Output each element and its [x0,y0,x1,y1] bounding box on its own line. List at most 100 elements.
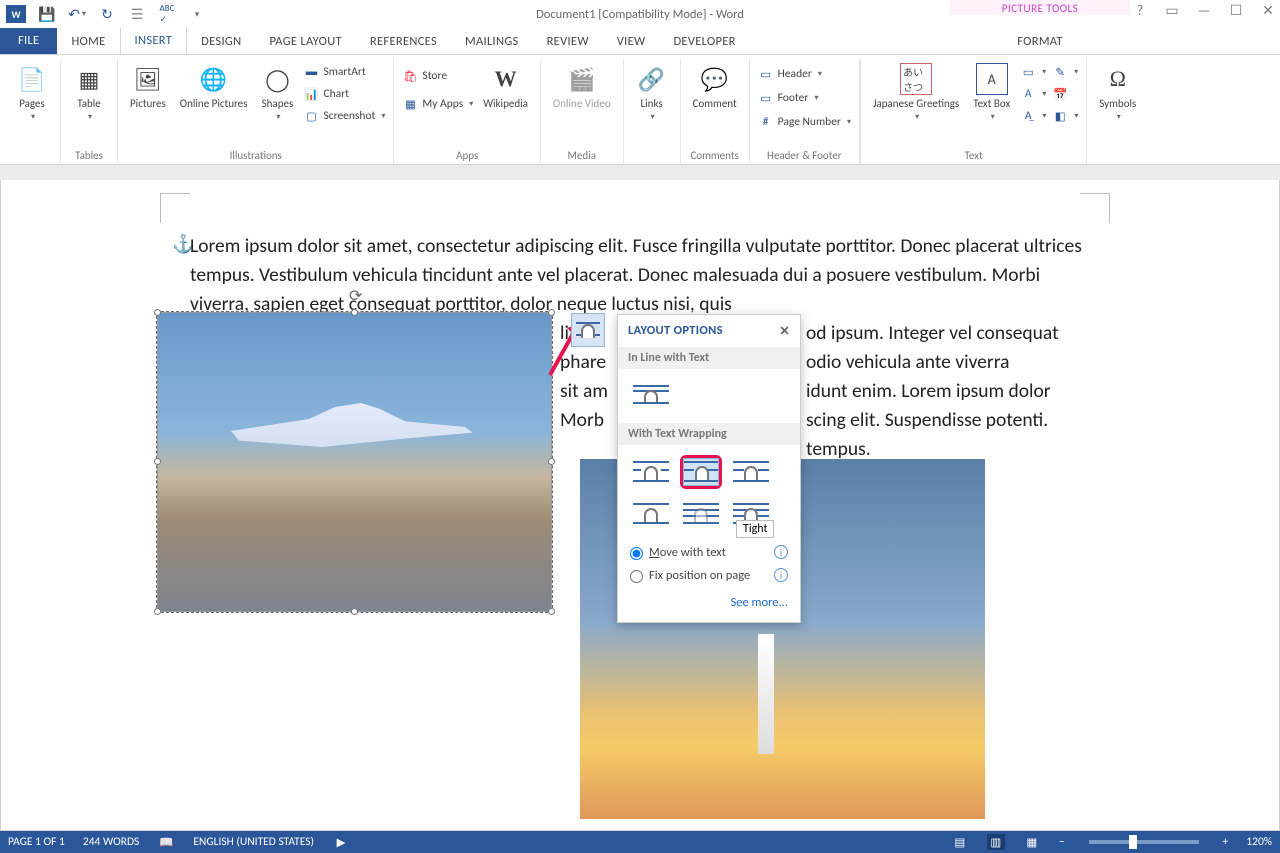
footer-icon: ▭ [758,90,774,106]
symbols-button[interactable]: ΩSymbols▾ [1093,61,1142,124]
resize-handle-bl[interactable] [154,608,161,615]
resize-handle-tr[interactable] [548,309,555,316]
qat-dropdown-icon[interactable]: ▾ [188,5,206,23]
screenshot-button[interactable]: ▢Screenshot▾ [301,107,387,125]
sigline-button[interactable]: ✎▾ [1050,63,1080,81]
online-video-button[interactable]: 🎬Online Video [547,61,617,112]
table-button[interactable]: ▦ Table ▾ [67,61,111,124]
status-zoom[interactable]: 120% [1246,835,1272,849]
wrap-behind[interactable] [680,497,722,531]
footer-button[interactable]: ▭Footer▾ [756,89,853,107]
tab-file[interactable]: FILE [0,27,57,54]
tab-home[interactable]: HOME [57,29,119,54]
resize-handle-tl[interactable] [154,309,161,316]
dropcap-button[interactable]: A̲▾ [1018,107,1048,125]
quickparts-button[interactable]: ▭▾ [1018,63,1048,81]
resize-handle-ml[interactable] [154,458,161,465]
info-icon-2[interactable]: i [774,568,788,582]
wikipedia-button[interactable]: WWikipedia [477,61,534,112]
chart-button[interactable]: 📊Chart [301,85,387,103]
store-button[interactable]: 🛍Store [400,67,475,85]
resize-handle-mr[interactable] [548,458,555,465]
wrap-top-bottom[interactable] [630,497,672,531]
document-body-text[interactable]: Lorem ipsum dolor sit amet, consectetur … [190,232,1090,319]
header-button[interactable]: ▭Header▾ [756,65,853,83]
save-icon[interactable]: 💾 [38,5,56,23]
pages-button[interactable]: 📄 Pages ▾ [10,61,54,124]
page-number-button[interactable]: #Page Number▾ [756,113,853,131]
zoom-slider-thumb[interactable] [1129,835,1137,849]
comment-button[interactable]: 💬Comment [687,61,743,112]
resize-handle-br[interactable] [548,608,555,615]
document-area[interactable]: ⚓ Lorem ipsum dolor sit amet, consectetu… [0,165,1280,831]
tab-design[interactable]: DESIGN [187,29,255,54]
macro-icon[interactable]: ▶ [332,834,350,850]
links-label: Links [641,97,663,110]
online-pictures-button[interactable]: 🌐Online Pictures [174,61,254,112]
close-icon[interactable]: ✕ [1260,2,1276,19]
redo-icon[interactable]: ↻ [98,5,116,23]
wrap-inline[interactable] [630,379,672,413]
qat-icon-1[interactable]: ☰ [128,5,146,23]
wordart-button[interactable]: A▾ [1018,85,1048,103]
resize-handle-tc[interactable] [351,309,358,316]
read-mode-icon[interactable]: ▤ [951,834,969,850]
fix-label: Fix position on page [649,568,750,583]
plane-shape [218,383,478,463]
info-icon[interactable]: i [774,545,788,559]
status-language[interactable]: ENGLISH (UNITED STATES) [193,835,314,849]
resize-handle-bc[interactable] [351,608,358,615]
tab-page-layout[interactable]: PAGE LAYOUT [255,29,355,54]
minimize-icon[interactable]: — [1196,2,1212,19]
tab-view[interactable]: VIEW [603,29,660,54]
zoom-out-icon[interactable]: − [1059,835,1065,849]
rotate-handle-icon[interactable]: ⟳ [349,286,362,306]
japanese-greetings-button[interactable]: あいさつJapanese Greetings▾ [867,61,965,124]
links-button[interactable]: 🔗Links▾ [630,61,674,124]
maximize-icon[interactable]: ☐ [1228,2,1244,19]
move-label-rest: ove with text [660,545,726,560]
smartart-button[interactable]: ▬SmartArt [301,63,387,81]
object-button[interactable]: ◧▾ [1050,107,1080,125]
tab-review[interactable]: REVIEW [533,29,603,54]
table-icon: ▦ [73,63,105,95]
rocket-shape [758,634,774,754]
ribbon-display-options-icon[interactable]: ▭ [1164,2,1180,19]
see-more-link[interactable]: See more... [618,587,800,622]
tab-insert[interactable]: INSERT [120,27,188,54]
radio-move-input[interactable] [630,547,643,560]
pictures-label: Pictures [130,97,166,110]
wrap-through[interactable] [730,455,772,489]
layout-options-toggle[interactable] [571,313,605,347]
web-layout-icon[interactable]: ▦ [1023,834,1041,850]
print-layout-icon[interactable]: ▥ [987,834,1005,850]
page-number-label: Page Number [778,115,841,129]
help-icon[interactable]: ? [1132,2,1148,19]
radio-move-with-text[interactable]: Move with text i [618,541,800,564]
text-box-button[interactable]: AText Box▾ [967,61,1016,124]
proofing-icon[interactable]: 📖 [157,834,175,850]
spelling-icon[interactable]: ABC✓ [158,5,176,23]
tab-developer[interactable]: DEVELOPER [659,29,749,54]
footer-label: Footer [778,91,809,105]
selected-image-plane[interactable] [157,312,552,612]
wrap-square[interactable] [630,455,672,489]
zoom-in-icon[interactable]: + [1223,835,1229,849]
datetime-button[interactable]: 📅 [1050,85,1080,103]
text-fragment-right: od ipsum. Integer vel consequat odio veh… [806,319,1059,464]
shapes-button[interactable]: ◯Shapes▾ [255,61,299,124]
wrap-tight[interactable] [683,458,719,486]
tab-mailings[interactable]: MAILINGS [451,29,533,54]
tab-references[interactable]: REFERENCES [356,29,451,54]
status-words[interactable]: 244 WORDS [83,835,139,849]
tab-format[interactable]: FORMAT [950,29,1130,54]
radio-fix-position[interactable]: Fix position on page i [618,564,800,587]
pictures-button[interactable]: 🖼Pictures [124,61,172,112]
radio-fix-input[interactable] [630,570,643,583]
group-media: 🎬Online Video Media [541,59,624,164]
my-apps-button[interactable]: ▦My Apps▾ [400,95,475,113]
status-page[interactable]: PAGE 1 OF 1 [8,835,65,849]
zoom-slider[interactable] [1089,840,1199,844]
undo-icon[interactable]: ↶▾ [68,5,86,23]
close-popup-icon[interactable]: ✕ [779,323,790,339]
